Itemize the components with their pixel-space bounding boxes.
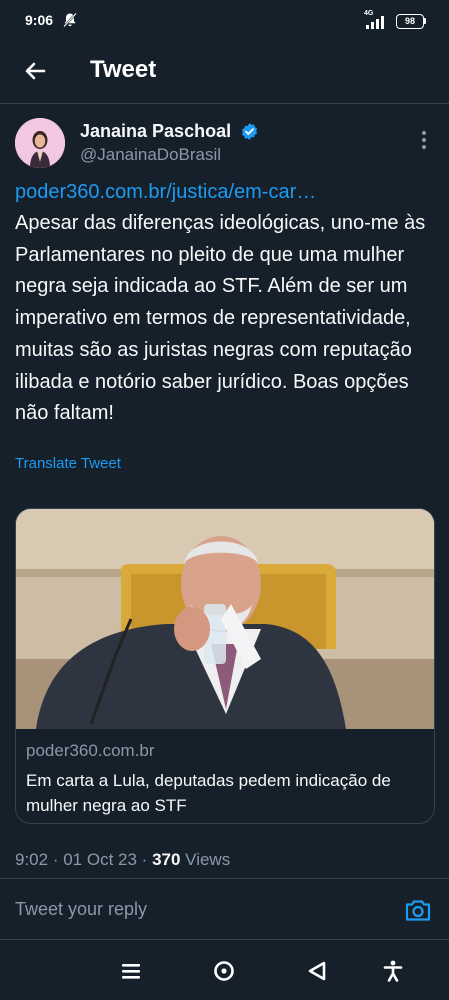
back-triangle-icon[interactable] xyxy=(304,958,330,984)
system-nav-bar xyxy=(0,945,449,1000)
meta-separator: · xyxy=(52,850,64,869)
battery-tip xyxy=(424,18,426,24)
camera-icon[interactable] xyxy=(404,897,432,923)
translate-tweet-link[interactable]: Translate Tweet xyxy=(15,455,121,472)
card-image xyxy=(16,509,434,729)
tweet-text: Apesar das diferenças ideológicas, uno-m… xyxy=(15,212,426,425)
home-circle-icon[interactable] xyxy=(211,958,237,984)
page-title: Tweet xyxy=(90,56,157,83)
tweet-meta: 9:02 · 01 Oct 23 · 370 Views xyxy=(15,850,230,870)
author-handle[interactable]: @JanainaDoBrasil xyxy=(80,145,221,165)
top-app-bar: Tweet xyxy=(0,44,449,104)
bell-off-icon xyxy=(63,12,77,28)
verified-badge-icon xyxy=(241,123,258,140)
link-preview-card[interactable]: poder360.com.br Em carta a Lula, deputad… xyxy=(15,508,435,824)
reply-input[interactable]: Tweet your reply xyxy=(15,899,147,920)
views-label: Views xyxy=(185,850,231,869)
card-title: Em carta a Lula, deputadas pedem indicaç… xyxy=(26,771,391,815)
author-name[interactable]: Janaina Paschoal xyxy=(80,121,231,142)
reply-bar: Tweet your reply xyxy=(0,878,449,940)
arrow-left-icon[interactable] xyxy=(20,56,50,86)
tweet-time: 9:02 xyxy=(15,850,49,869)
status-bar: 9:06 4G 98 xyxy=(0,0,449,44)
tweet-link[interactable]: poder360.com.br/justica/em-car… xyxy=(15,181,316,204)
menu-icon[interactable] xyxy=(118,958,144,984)
avatar-portrait xyxy=(15,118,65,168)
views-count[interactable]: 370 xyxy=(152,850,180,869)
more-options-icon[interactable] xyxy=(414,128,434,152)
status-time: 9:06 xyxy=(25,12,54,28)
avatar[interactable] xyxy=(15,118,65,168)
meta-separator: · xyxy=(141,850,153,869)
battery-icon: 98 xyxy=(396,14,424,29)
accessibility-icon[interactable] xyxy=(380,958,406,984)
signal-icon xyxy=(366,16,384,29)
card-domain: poder360.com.br xyxy=(26,741,155,760)
tweet-date: 01 Oct 23 xyxy=(63,850,137,869)
